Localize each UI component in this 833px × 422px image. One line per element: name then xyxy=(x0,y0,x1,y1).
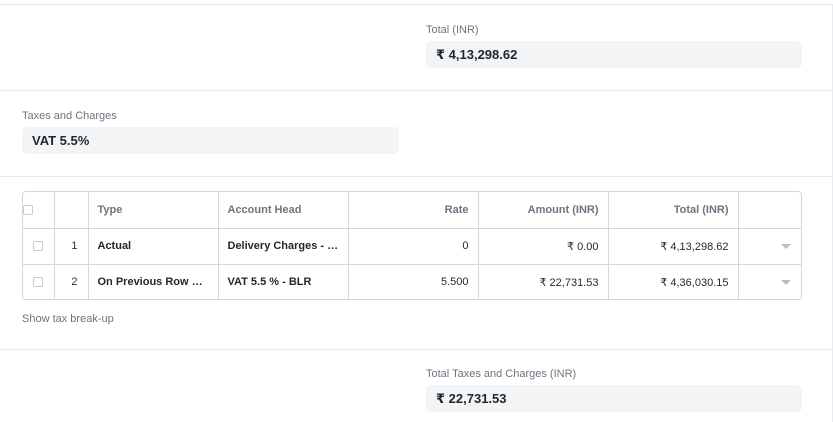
row-checkbox[interactable] xyxy=(33,277,44,288)
row-edit-cell[interactable] xyxy=(738,228,801,265)
show-tax-breakup-link[interactable]: Show tax break-up xyxy=(22,313,114,325)
table-row[interactable]: 2 On Previous Row To... VAT 5.5 % - BLR … xyxy=(23,264,801,299)
total-taxes-label: Total Taxes and Charges (INR) xyxy=(426,368,577,380)
column-header-amount: Amount (INR) xyxy=(478,192,609,229)
total-label: Total (INR) xyxy=(426,24,479,36)
row-type[interactable]: On Previous Row To... xyxy=(88,264,219,299)
table-header-row: Type Account Head Rate Amount (INR) Tota… xyxy=(23,192,801,229)
row-index: 2 xyxy=(54,264,89,299)
row-select-cell[interactable] xyxy=(23,228,55,265)
column-header-rate: Rate xyxy=(348,192,479,229)
row-rate[interactable]: 5.500 xyxy=(348,264,479,299)
total-value: ₹ 4,13,298.62 xyxy=(436,46,518,62)
section-divider xyxy=(0,4,833,5)
total-taxes-field: ₹ 22,731.53 xyxy=(426,385,802,412)
column-header-account-head: Account Head xyxy=(218,192,349,229)
total-taxes-value: ₹ 22,731.53 xyxy=(436,390,507,406)
section-divider xyxy=(0,349,833,350)
row-total[interactable]: ₹ 4,36,030.15 xyxy=(608,264,739,299)
taxes-template-field[interactable]: VAT 5.5% xyxy=(22,127,399,154)
row-account-head[interactable]: VAT 5.5 % - BLR xyxy=(218,264,349,299)
row-checkbox[interactable] xyxy=(33,241,44,252)
row-index: 1 xyxy=(54,228,89,265)
row-type[interactable]: Actual xyxy=(88,228,219,265)
column-header-actions xyxy=(738,192,801,229)
row-total[interactable]: ₹ 4,13,298.62 xyxy=(608,228,739,265)
row-amount[interactable]: ₹ 22,731.53 xyxy=(478,264,609,299)
column-header-type: Type xyxy=(88,192,219,229)
row-account-head[interactable]: Delivery Charges - B... xyxy=(218,228,349,265)
row-select-cell[interactable] xyxy=(23,264,55,299)
select-all-checkbox[interactable] xyxy=(23,204,33,215)
row-amount[interactable]: ₹ 0.00 xyxy=(478,228,609,265)
select-all-cell[interactable] xyxy=(23,192,55,229)
taxes-template-label: Taxes and Charges xyxy=(22,110,117,122)
row-rate[interactable]: 0 xyxy=(348,228,479,265)
taxes-template-value: VAT 5.5% xyxy=(32,133,90,148)
column-header-total: Total (INR) xyxy=(608,192,739,229)
chevron-down-icon[interactable] xyxy=(780,243,791,249)
row-number-header xyxy=(54,192,89,229)
chevron-down-icon[interactable] xyxy=(780,279,791,285)
row-edit-cell[interactable] xyxy=(738,264,801,299)
total-field: ₹ 4,13,298.62 xyxy=(426,41,802,68)
section-divider xyxy=(0,176,833,177)
section-divider xyxy=(0,90,833,91)
taxes-table: Type Account Head Rate Amount (INR) Tota… xyxy=(22,191,802,300)
table-row[interactable]: 1 Actual Delivery Charges - B... 0 ₹ 0.0… xyxy=(23,228,801,265)
